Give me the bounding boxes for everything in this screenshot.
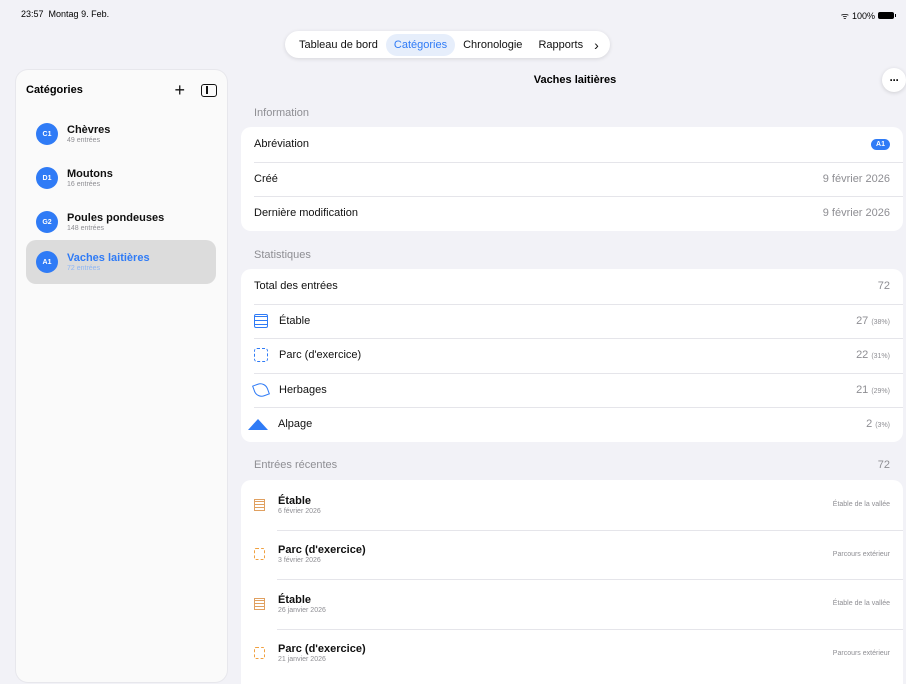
stat-label: Alpage	[278, 418, 313, 431]
entry-place: Étable de la vallée	[832, 600, 890, 608]
modified-value: 9 février 2026	[822, 207, 890, 220]
stat-label: Étable	[279, 314, 311, 327]
leaf-icon	[252, 380, 270, 399]
category-name: Vaches laitières	[67, 252, 150, 264]
stat-row: Alpage 2 (3%)	[241, 407, 903, 442]
tab-reports[interactable]: Rapports	[530, 34, 591, 56]
dashed-square-icon	[254, 348, 268, 363]
recent-count: 72	[877, 459, 890, 471]
entry-date: 21 janvier 2026	[278, 656, 326, 664]
building-icon	[254, 313, 268, 328]
list-item[interactable]: Parc (d'exercice) 3 février 2026 Parcour…	[241, 529, 903, 580]
list-item[interactable]: Étable 26 janvier 2026 Étable de la vall…	[241, 579, 903, 629]
stat-row: Parc (d'exercice) 22 (31%)	[241, 338, 903, 373]
modified-label: Dernière modification	[254, 207, 358, 220]
created-row: Créé 9 février 2026	[241, 161, 903, 197]
dashed-square-icon	[254, 548, 265, 561]
tab-categories[interactable]: Catégories	[385, 33, 456, 56]
category-count: 16 entrées	[67, 181, 101, 188]
entry-name: Étable	[278, 494, 312, 507]
stat-label: Parc (d'exercice)	[279, 349, 362, 362]
sidebar-item-chevres[interactable]: C1 Chèvres 49 entrées	[26, 112, 216, 156]
sidebar-item-poules[interactable]: G2 Poules pondeuses 148 entrées	[26, 200, 216, 244]
sidebar-title: Catégories	[26, 84, 83, 96]
total-value: 72	[877, 280, 890, 293]
mountain-icon	[248, 418, 268, 430]
stat-percent: (38%)	[871, 318, 890, 326]
entry-place: Parcours extérieur	[832, 649, 890, 657]
entry-name: Parc (d'exercice)	[278, 643, 366, 656]
wifi-icon: ᯤ	[840, 11, 849, 21]
category-name: Moutons	[67, 168, 113, 180]
category-badge: C1	[36, 123, 58, 145]
section-information: Information	[254, 107, 310, 119]
sidebar-item-vaches[interactable]: A1 Vaches laitières 72 entrées	[26, 240, 216, 284]
stat-row: Étable 27 (38%)	[241, 303, 903, 339]
sidebar-toggle-icon[interactable]	[201, 83, 217, 97]
stat-value: 21	[856, 383, 869, 396]
category-badge: D1	[36, 167, 58, 189]
stat-value: 22	[856, 349, 869, 362]
total-row: Total des entrées 72	[241, 269, 903, 304]
more-options-icon[interactable]: ···	[882, 68, 906, 92]
stat-row: Herbages 21 (29%)	[241, 372, 903, 408]
stat-percent: (31%)	[871, 353, 890, 361]
chevron-right-icon[interactable]: ›	[591, 37, 604, 53]
tab-chronology[interactable]: Chronologie	[455, 34, 530, 56]
modified-row: Dernière modification 9 février 2026	[241, 196, 903, 231]
add-icon[interactable]: +	[174, 81, 185, 99]
category-count: 148 entrées	[67, 225, 104, 232]
created-label: Créé	[254, 172, 278, 185]
battery-label: 100%	[851, 10, 875, 21]
total-label: Total des entrées	[254, 280, 338, 293]
recent-entries-card: Étable 6 février 2026 Étable de la vallé…	[241, 480, 903, 684]
statistics-card: Total des entrées 72 Étable 27 (38%) Parc…	[241, 269, 903, 442]
category-count: 72 entrées	[67, 265, 101, 272]
category-count: 49 entrées	[67, 137, 101, 144]
status-bar: 23:57 Montag 9. Feb. ᯤ 100%	[0, 0, 906, 26]
tab-dashboard[interactable]: Tableau de bord	[291, 34, 386, 56]
battery-icon	[878, 12, 896, 19]
category-name: Poules pondeuses	[67, 212, 165, 224]
page-title: Vaches laitières	[533, 74, 617, 86]
stat-percent: (3%)	[875, 422, 890, 430]
tab-bar: Tableau de bord Catégories Chronologie R…	[285, 31, 610, 58]
stat-label: Herbages	[279, 383, 327, 396]
status-time: 23:57 Montag 9. Feb.	[21, 9, 110, 19]
status-right: ᯤ 100%	[840, 9, 896, 22]
abbreviation-badge: A1	[871, 138, 890, 150]
section-recent: Entrées récentes	[254, 459, 338, 471]
entry-place: Étable de la vallée	[832, 501, 890, 509]
entry-name: Parc (d'exercice)	[278, 544, 366, 557]
category-badge: G2	[36, 211, 58, 233]
sidebar-header: Catégories +	[26, 80, 217, 100]
entry-date: 3 février 2026	[278, 557, 321, 565]
stat-percent: (29%)	[871, 387, 890, 395]
entry-date: 6 février 2026	[278, 507, 321, 515]
category-badge: A1	[36, 251, 58, 273]
abbreviation-label: Abréviation	[254, 138, 310, 151]
abbreviation-row: Abréviation A1	[241, 127, 903, 162]
section-statistics: Statistiques	[254, 249, 311, 261]
list-item[interactable]: Parc (d'exercice) 21 janvier 2026 Parcou…	[241, 628, 903, 679]
information-card: Abréviation A1 Créé 9 février 2026 Derni…	[241, 127, 903, 231]
sidebar-item-moutons[interactable]: D1 Moutons 16 entrées	[26, 156, 216, 200]
entry-date: 26 janvier 2026	[278, 606, 326, 614]
entry-name: Étable	[278, 593, 312, 606]
stat-value: 27	[856, 314, 869, 327]
dashed-square-icon	[254, 647, 265, 660]
entry-place: Parcours extérieur	[832, 550, 890, 558]
stat-value: 2	[866, 418, 873, 431]
building-icon	[254, 498, 265, 511]
building-icon	[254, 597, 265, 610]
created-value: 9 février 2026	[822, 172, 890, 185]
sidebar: Catégories + C1 Chèvres 49 entrées D1 Mo…	[16, 70, 227, 682]
category-name: Chèvres	[67, 124, 111, 136]
list-item[interactable]: Étable 6 février 2026 Étable de la vallé…	[241, 480, 903, 530]
